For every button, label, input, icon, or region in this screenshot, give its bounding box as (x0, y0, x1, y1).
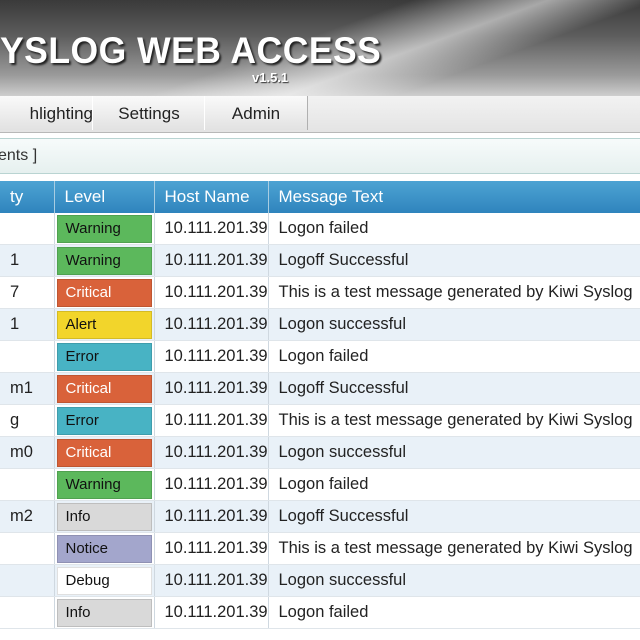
cell-level: Warning (54, 213, 155, 245)
table-row[interactable]: m1 Critical 10.111.201.39 Logoff Successful (0, 372, 640, 405)
cell-message-text: Logoff Successful (268, 500, 640, 533)
level-badge: Critical (56, 438, 152, 467)
level-badge: Warning (56, 246, 152, 275)
cell-priority (0, 596, 55, 629)
cell-message-text: Logon failed (268, 596, 640, 629)
table-row[interactable]: m0 Critical 10.111.201.39 Logon successful (0, 436, 640, 469)
table-row[interactable]: Debug 10.111.201.39 Logon successful (0, 564, 640, 597)
cell-message-text: This is a test message generated by Kiwi… (268, 404, 640, 437)
table-row[interactable]: m2 Info 10.111.201.39 Logoff Successful (0, 500, 640, 533)
level-badge: Error (56, 406, 152, 435)
table-row[interactable]: 1 Alert 10.111.201.39 Logon successful (0, 308, 640, 341)
table-row[interactable]: Warning 10.111.201.39 Logon failed (0, 468, 640, 501)
table-row[interactable]: Warning 10.111.201.39 Logon failed (0, 213, 640, 245)
app-banner: YSLOG WEB ACCESS v1.5.1 (0, 0, 640, 100)
cell-message-text: Logoff Successful (268, 244, 640, 277)
cell-host-name: 10.111.201.39 (154, 468, 269, 501)
cell-level: Info (54, 500, 155, 533)
cell-priority: 1 (0, 308, 55, 341)
level-badge: Alert (56, 310, 152, 339)
cell-message-text: This is a test message generated by Kiwi… (268, 276, 640, 309)
cell-level: Critical (54, 436, 155, 469)
cell-host-name: 10.111.201.39 (154, 532, 269, 565)
cell-host-name: 10.111.201.39 (154, 213, 269, 245)
cell-host-name: 10.111.201.39 (154, 340, 269, 373)
cell-priority: 7 (0, 276, 55, 309)
tab-settings[interactable]: Settings (92, 96, 206, 130)
table-row[interactable]: 7 Critical 10.111.201.39 This is a test mes… (0, 276, 640, 309)
cell-priority: m1 (0, 372, 55, 405)
cell-message-text: Logon failed (268, 213, 640, 245)
cell-level: Error (54, 404, 155, 437)
table-row[interactable]: 1 Warning 10.111.201.39 Logoff Successful (0, 244, 640, 277)
cell-level: Warning (54, 244, 155, 277)
level-badge: Warning (56, 214, 152, 243)
cell-message-text: Logon failed (268, 468, 640, 501)
level-badge: Debug (56, 566, 152, 595)
cell-priority: m0 (0, 436, 55, 469)
table-row[interactable]: Error 10.111.201.39 Logon failed (0, 340, 640, 373)
level-badge: Info (56, 502, 152, 531)
app-title: YSLOG WEB ACCESS (0, 30, 382, 71)
level-badge: Error (56, 342, 152, 371)
events-table: ty Level Host Name Message Text Warning 1… (0, 181, 640, 629)
cell-priority: g (0, 404, 55, 437)
tab-highlighting[interactable]: hlighting (0, 96, 94, 130)
column-header-priority[interactable]: ty (0, 181, 55, 213)
column-header-level[interactable]: Level (54, 181, 155, 213)
cell-priority (0, 213, 55, 245)
cell-host-name: 10.111.201.39 (154, 436, 269, 469)
cell-host-name: 10.111.201.39 (154, 564, 269, 597)
table-row[interactable]: Info 10.111.201.39 Logon failed (0, 596, 640, 629)
cell-level: Info (54, 596, 155, 629)
level-badge: Warning (56, 470, 152, 499)
cell-priority: 1 (0, 244, 55, 277)
tab-admin[interactable]: Admin (204, 96, 308, 130)
table-row[interactable]: g Error 10.111.201.39 This is a test messag… (0, 404, 640, 437)
breadcrumb: ents ] (0, 138, 640, 174)
app-version: v1.5.1 (252, 70, 289, 85)
cell-level: Critical (54, 276, 155, 309)
cell-host-name: 10.111.201.39 (154, 372, 269, 405)
cell-host-name: 10.111.201.39 (154, 500, 269, 533)
table-header-row: ty Level Host Name Message Text (0, 181, 640, 213)
cell-message-text: Logon successful (268, 308, 640, 341)
cell-level: Debug (54, 564, 155, 597)
cell-priority: m2 (0, 500, 55, 533)
cell-message-text: Logon failed (268, 340, 640, 373)
level-badge: Critical (56, 278, 152, 307)
cell-priority (0, 532, 55, 565)
main-tab-bar: hlighting Settings Admin (0, 96, 640, 133)
cell-priority (0, 340, 55, 373)
breadcrumb-text: ents ] (0, 147, 38, 164)
cell-level: Critical (54, 372, 155, 405)
level-badge: Info (56, 598, 152, 627)
cell-host-name: 10.111.201.39 (154, 596, 269, 629)
cell-message-text: Logon successful (268, 436, 640, 469)
cell-host-name: 10.111.201.39 (154, 404, 269, 437)
cell-host-name: 10.111.201.39 (154, 308, 269, 341)
cell-message-text: This is a test message generated by Kiwi… (268, 532, 640, 565)
cell-priority (0, 468, 55, 501)
cell-priority (0, 564, 55, 597)
level-badge: Notice (56, 534, 152, 563)
cell-host-name: 10.111.201.39 (154, 244, 269, 277)
cell-level: Alert (54, 308, 155, 341)
cell-level: Notice (54, 532, 155, 565)
column-header-message-text[interactable]: Message Text (268, 181, 640, 213)
cell-message-text: Logon successful (268, 564, 640, 597)
cell-level: Warning (54, 468, 155, 501)
cell-message-text: Logoff Successful (268, 372, 640, 405)
table-row[interactable]: Notice 10.111.201.39 This is a test messag… (0, 532, 640, 565)
cell-level: Error (54, 340, 155, 373)
cell-host-name: 10.111.201.39 (154, 276, 269, 309)
level-badge: Critical (56, 374, 152, 403)
column-header-host-name[interactable]: Host Name (154, 181, 269, 213)
